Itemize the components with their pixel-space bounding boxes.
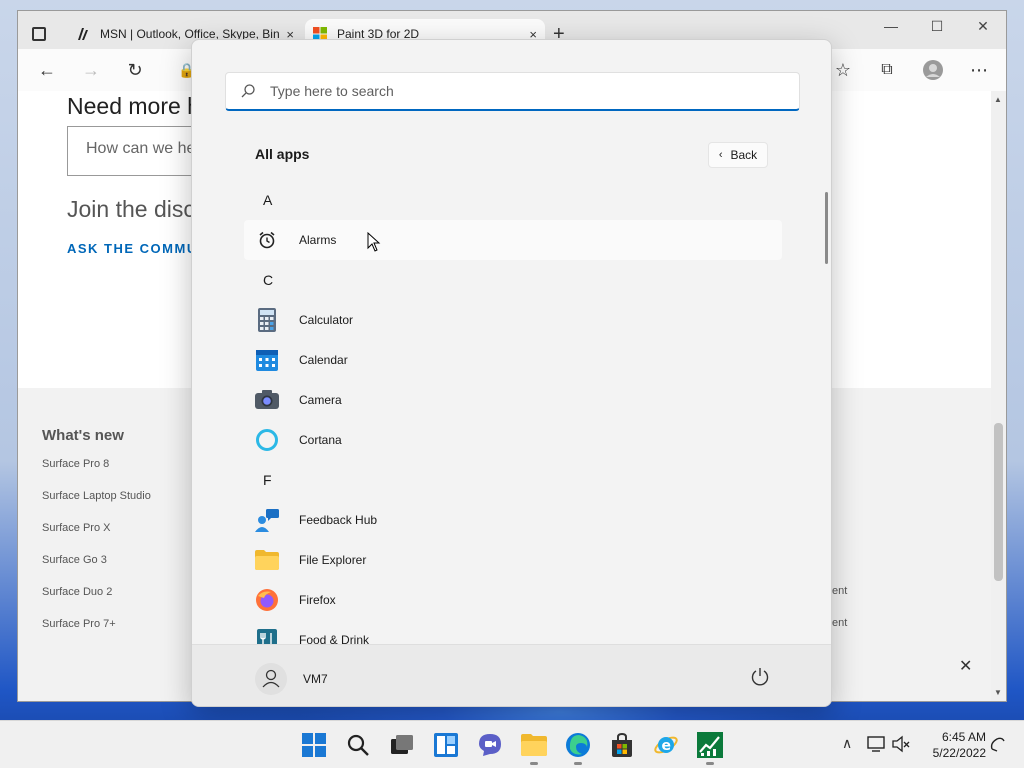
- power-icon[interactable]: [749, 666, 771, 688]
- collections-icon[interactable]: ⧉: [876, 59, 898, 81]
- help-heading: Need more h: [67, 93, 200, 119]
- window-controls: — ☐ ✕: [868, 11, 1006, 41]
- more-menu-icon[interactable]: ⋯: [968, 59, 990, 81]
- app-label: File Explorer: [299, 553, 367, 567]
- food-drink-icon: [255, 628, 279, 644]
- cortana-icon: [255, 428, 279, 452]
- calendar-icon: [255, 348, 279, 372]
- file-explorer-icon: [255, 548, 279, 572]
- maximize-button[interactable]: ☐: [914, 11, 960, 41]
- app-label: Calculator: [299, 313, 354, 327]
- search-icon[interactable]: [344, 731, 372, 759]
- app-item-feedback-hub[interactable]: Feedback Hub: [244, 500, 782, 540]
- app-label: Food & Drink: [299, 633, 370, 644]
- app-label: Cortana: [299, 433, 342, 447]
- back-button-label: Back: [730, 148, 758, 162]
- start-menu: All apps ‹ Back A Alarms C Calculator C: [191, 39, 832, 707]
- tab-actions-icon[interactable]: [32, 27, 46, 41]
- clock-time: 6:45 AM: [941, 730, 986, 744]
- start-menu-footer: VM7: [192, 644, 831, 706]
- app-item-firefox[interactable]: Firefox: [244, 580, 782, 620]
- clock-date: 5/22/2022: [932, 746, 986, 760]
- chevron-up-icon[interactable]: ∧: [842, 735, 852, 752]
- taskbar-clock[interactable]: 6:45 AM 5/22/2022: [916, 729, 986, 761]
- alarm-clock-icon: [255, 228, 279, 252]
- firefox-icon: [255, 588, 279, 612]
- user-account-button[interactable]: VM7: [255, 663, 328, 695]
- user-name: VM7: [303, 672, 328, 686]
- ask-community-link[interactable]: ASK THE COMMUN: [67, 241, 209, 256]
- app-item-alarms[interactable]: Alarms: [244, 220, 782, 260]
- calculator-icon: [255, 308, 279, 332]
- letter-header[interactable]: C: [244, 260, 782, 300]
- svg-text:e: e: [662, 738, 672, 754]
- whats-new-link[interactable]: Surface Duo 2: [42, 586, 151, 618]
- search-input[interactable]: [268, 82, 799, 100]
- feedback-hub-icon: [255, 508, 279, 532]
- mouse-pointer-icon: [367, 232, 381, 252]
- widgets-icon[interactable]: [432, 731, 460, 759]
- refresh-icon[interactable]: ↻: [124, 59, 146, 81]
- banner-close-icon[interactable]: ✕: [959, 656, 972, 676]
- footer-link-fragment[interactable]: ent: [832, 585, 847, 597]
- edge-icon[interactable]: [564, 731, 592, 765]
- scrollbar-thumb[interactable]: [994, 423, 1003, 581]
- app-label: Alarms: [299, 233, 337, 247]
- start-icon[interactable]: [300, 731, 328, 759]
- whats-new-list: Surface Pro 8 Surface Laptop Studio Surf…: [42, 458, 151, 650]
- internet-explorer-icon[interactable]: e: [652, 731, 680, 759]
- whats-new-link[interactable]: Surface Laptop Studio: [42, 490, 151, 522]
- app-label: Feedback Hub: [299, 513, 378, 527]
- task-view-icon[interactable]: [388, 731, 416, 759]
- back-button[interactable]: ‹ Back: [708, 142, 768, 168]
- join-discussion-heading: Join the discu: [67, 196, 208, 222]
- page-scrollbar[interactable]: ▲ ▼: [991, 91, 1006, 701]
- notifications-icon[interactable]: [988, 735, 1006, 758]
- all-apps-title: All apps: [255, 146, 310, 162]
- start-search-box[interactable]: [225, 72, 800, 111]
- network-icon[interactable]: [866, 733, 888, 755]
- file-explorer-icon[interactable]: [520, 731, 548, 765]
- store-icon[interactable]: [608, 731, 636, 759]
- app-label: Firefox: [299, 593, 336, 607]
- app-item-cortana[interactable]: Cortana: [244, 420, 782, 460]
- whats-new-link[interactable]: Surface Go 3: [42, 554, 151, 586]
- forward-arrow-icon[interactable]: →: [80, 59, 102, 81]
- profile-avatar-icon[interactable]: [922, 59, 944, 81]
- app-item-calculator[interactable]: Calculator: [244, 300, 782, 340]
- close-window-button[interactable]: ✕: [960, 11, 1006, 41]
- back-arrow-icon[interactable]: ←: [36, 59, 58, 81]
- scroll-down-icon[interactable]: ▼: [994, 688, 1002, 697]
- user-avatar-icon: [255, 663, 287, 695]
- stocks-icon[interactable]: [696, 731, 724, 765]
- whats-new-link[interactable]: Surface Pro 8: [42, 458, 151, 490]
- letter-header[interactable]: A: [244, 180, 782, 220]
- search-icon: [241, 84, 255, 98]
- all-apps-list: A Alarms C Calculator Calendar Camera Co…: [244, 180, 782, 644]
- camera-icon: [255, 388, 279, 412]
- whats-new-title: What's new: [42, 427, 124, 444]
- chat-icon[interactable]: [476, 731, 504, 759]
- running-indicator: [574, 762, 582, 765]
- chevron-left-icon: ‹: [718, 149, 723, 161]
- app-item-file-explorer[interactable]: File Explorer: [244, 540, 782, 580]
- app-item-camera[interactable]: Camera: [244, 380, 782, 420]
- msn-favicon-icon: [78, 28, 88, 40]
- whats-new-link[interactable]: Surface Pro 7+: [42, 618, 151, 650]
- taskbar: e ∧ 6:45 AM 5/22/2022: [0, 720, 1024, 768]
- app-label: Calendar: [299, 353, 348, 367]
- favorites-star-icon[interactable]: ☆: [832, 59, 854, 81]
- footer-link-fragment[interactable]: ent: [832, 617, 847, 629]
- whats-new-link[interactable]: Surface Pro X: [42, 522, 151, 554]
- app-label: Camera: [299, 393, 342, 407]
- running-indicator: [706, 762, 714, 765]
- scroll-up-icon[interactable]: ▲: [994, 95, 1002, 104]
- app-item-food-drink[interactable]: Food & Drink: [244, 620, 782, 644]
- running-indicator: [530, 762, 538, 765]
- apps-list-scrollbar[interactable]: [825, 192, 828, 264]
- app-item-calendar[interactable]: Calendar: [244, 340, 782, 380]
- letter-header[interactable]: F: [244, 460, 782, 500]
- volume-muted-icon[interactable]: [890, 733, 912, 755]
- minimize-button[interactable]: —: [868, 11, 914, 41]
